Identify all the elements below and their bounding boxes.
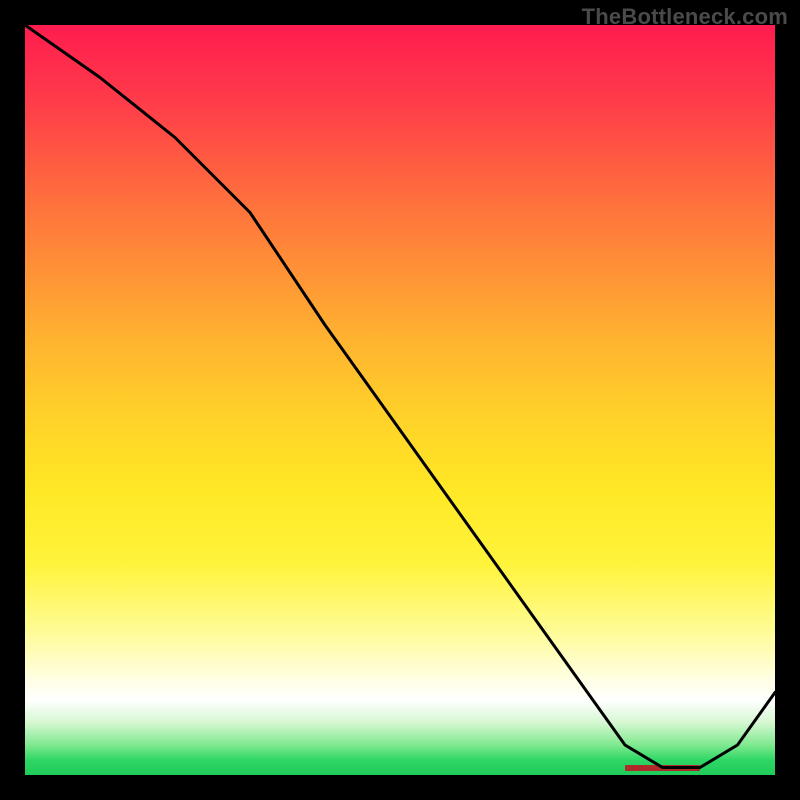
watermark-text: TheBottleneck.com	[582, 4, 788, 30]
chart-line-path	[25, 25, 775, 768]
plot-area	[25, 25, 775, 775]
chart-line	[25, 25, 775, 775]
chart-frame	[25, 25, 775, 775]
